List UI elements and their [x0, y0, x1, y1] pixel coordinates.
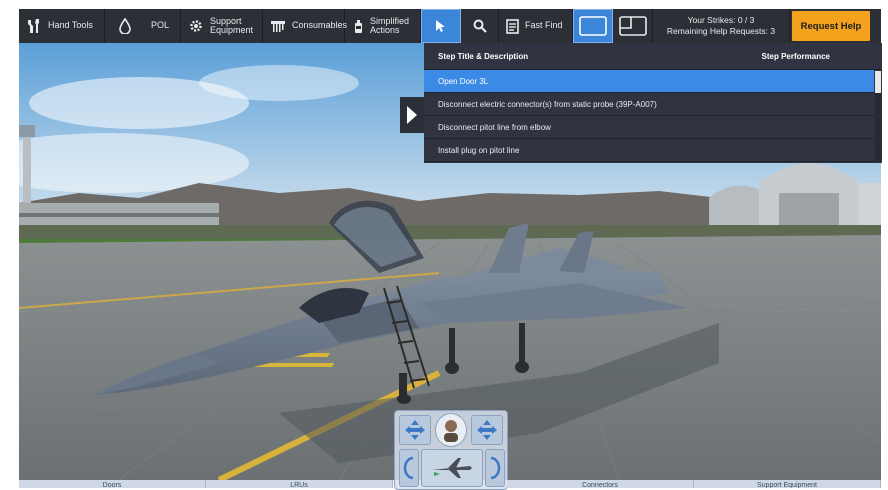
split-view-button[interactable] [613, 9, 653, 43]
tab-connectors[interactable]: Connectors [507, 480, 694, 488]
step-list-scroll-thumb[interactable] [875, 71, 881, 93]
move-arrows-icon [405, 420, 425, 440]
cursor-arrow-icon [436, 20, 445, 32]
main-toolbar: Hand Tools POL Support Equipment Consuma… [19, 9, 881, 43]
pilot-avatar-icon [444, 420, 458, 442]
step-list-header: Step Title & Description Step Performanc… [424, 43, 882, 70]
pan-right-button[interactable] [471, 415, 503, 445]
aircraft-icon [432, 458, 472, 478]
tab-lrus[interactable]: LRUs [206, 480, 393, 488]
brush-icon [271, 21, 285, 32]
support-equipment-button[interactable]: Support Equipment [181, 9, 263, 43]
step-title-header: Step Title & Description [438, 51, 529, 61]
pilot-view-button[interactable] [435, 413, 467, 447]
consumables-button[interactable]: Consumables [263, 9, 348, 43]
camera-control-pad [394, 410, 508, 490]
move-arrows-icon [477, 420, 497, 440]
step-performance-header: Step Performance [761, 51, 830, 61]
play-right-icon [407, 106, 417, 124]
step-row-label: Disconnect pitot line from elbow [438, 122, 551, 132]
tab-doors[interactable]: Doors [19, 480, 206, 488]
split-view-icon [618, 16, 647, 36]
support-equipment-label-2: Equipment [210, 25, 254, 35]
document-icon [506, 18, 519, 34]
pol-label: POL [151, 20, 170, 31]
magnifier-icon [473, 19, 487, 33]
strikes-count: Your Strikes: 0 / 3 [687, 15, 755, 26]
request-help-button[interactable]: Request Help [792, 11, 870, 41]
spray-can-icon [355, 20, 362, 33]
hand-tools-button[interactable]: Hand Tools [19, 9, 105, 43]
strikes-panel: Your Strikes: 0 / 3 Remaining Help Reque… [653, 9, 790, 43]
consumables-label: Consumables [292, 20, 348, 31]
step-list-scrollbar[interactable] [875, 71, 881, 161]
help-requests-count: Remaining Help Requests: 3 [666, 26, 776, 36]
step-row-label: Install plug on pitot line [438, 145, 520, 155]
pan-left-button[interactable] [399, 415, 431, 445]
rotate-right-icon [490, 456, 501, 480]
simplified-actions-button[interactable]: Simplified Actions [345, 9, 421, 43]
simplified-actions-label-2: Actions [370, 25, 400, 35]
step-row[interactable]: Open Door 3L [424, 70, 874, 93]
pol-button[interactable]: POL [105, 9, 181, 43]
tab-hidden[interactable] [393, 480, 507, 488]
single-view-icon [579, 16, 607, 36]
gear-icon [190, 20, 202, 32]
step-row[interactable]: Disconnect electric connector(s) from st… [424, 93, 874, 116]
tab-support-equipment[interactable]: Support Equipment [694, 480, 881, 488]
rotate-left-icon [403, 456, 414, 480]
step-row-label: Disconnect electric connector(s) from st… [438, 99, 657, 109]
step-row[interactable]: Install plug on pitot line [424, 139, 874, 162]
step-row-label: Open Door 3L [438, 76, 489, 86]
single-view-button[interactable] [573, 9, 613, 43]
step-list-panel: Step Title & Description Step Performanc… [424, 43, 882, 163]
step-row[interactable]: Disconnect pitot line from elbow [424, 116, 874, 139]
wrench-screwdriver-icon [28, 19, 39, 33]
fast-find-label: Fast Find [525, 20, 563, 31]
fast-find-button[interactable]: Fast Find [499, 9, 573, 43]
collapse-step-panel-button[interactable] [400, 97, 424, 133]
search-button[interactable] [461, 9, 499, 43]
select-cursor-button[interactable] [421, 9, 461, 43]
drop-icon [119, 18, 131, 34]
hand-tools-label: Hand Tools [48, 20, 93, 31]
bottom-category-tabs: Doors LRUs Connectors Support Equipment [19, 480, 881, 488]
